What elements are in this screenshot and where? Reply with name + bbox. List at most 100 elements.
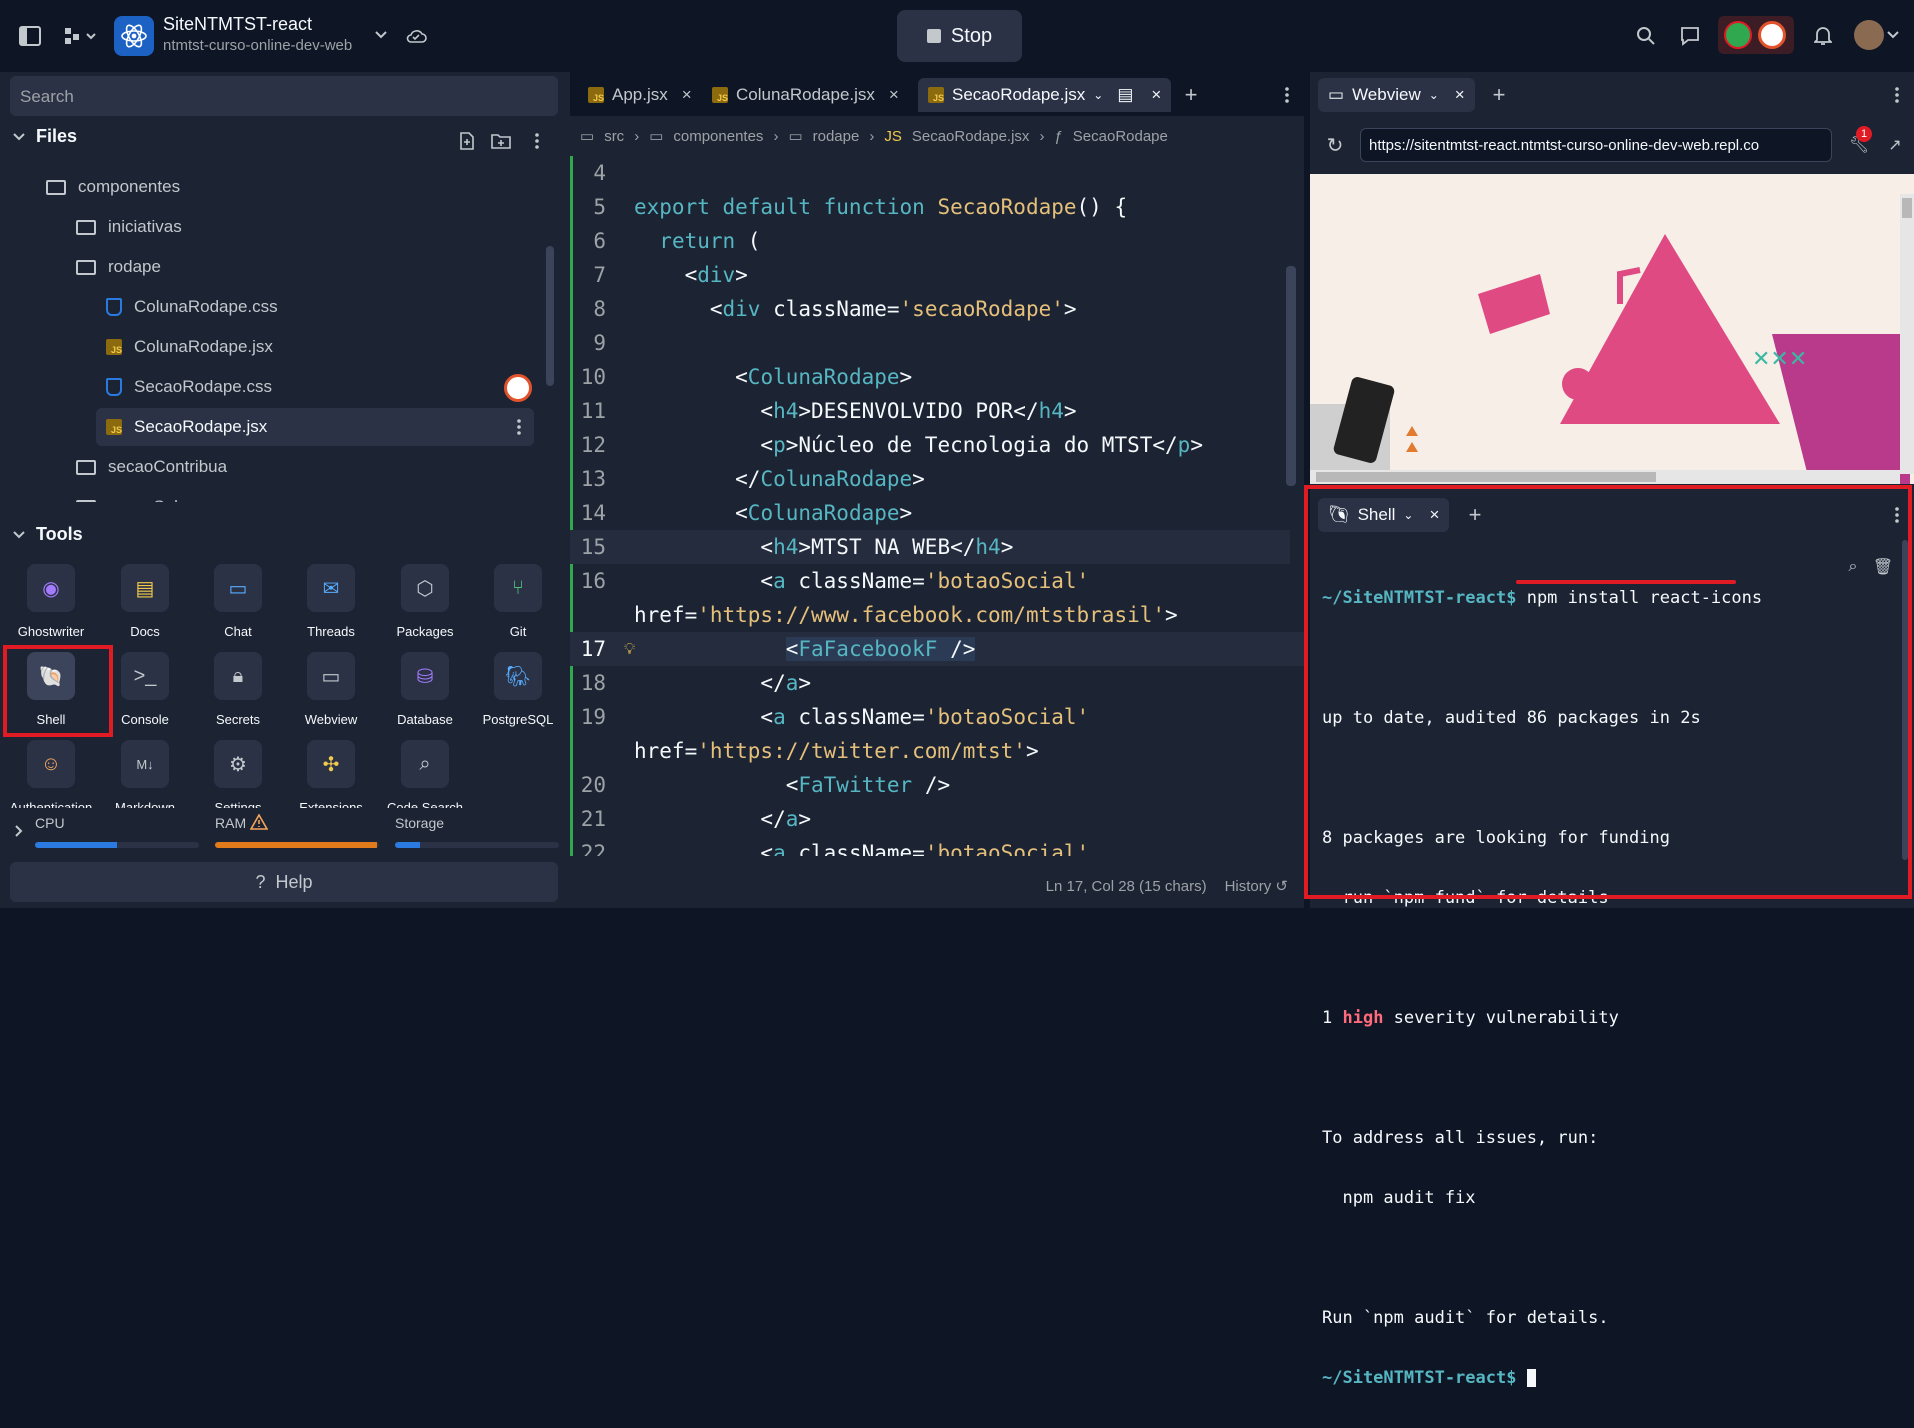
ram-meter-fill (215, 842, 378, 848)
tree-folder-secaocontribua[interactable]: secaoContribua (76, 448, 546, 486)
terminal-text: severity vulnerability (1383, 1008, 1619, 1028)
tab-colunarodape-jsx[interactable]: JS ColunaRodape.jsx × (702, 78, 909, 112)
close-icon[interactable]: × (682, 85, 692, 105)
sidebar-toggle-icon[interactable] (18, 24, 42, 48)
url-input[interactable]: https://sitentmtst-react.ntmtst-curso-on… (1360, 128, 1832, 162)
jsx-file-icon: JS (106, 419, 122, 435)
tool-label: Docs (130, 624, 160, 639)
css-file-icon (106, 298, 122, 316)
terminal-line: npm audit fix (1322, 1188, 1476, 1208)
more-vertical-icon[interactable] (510, 418, 528, 436)
tree-folder-iniciativas[interactable]: iniciativas (76, 208, 546, 246)
tree-file-secaorodape-jsx[interactable]: JS SecaoRodape.jsx (96, 408, 534, 446)
tree-folder-rodape[interactable]: rodape (76, 248, 546, 286)
terminal-line: ~/SiteNTMTST-react$ (1322, 1368, 1882, 1388)
bell-icon[interactable] (1811, 24, 1835, 48)
chevron-down-icon[interactable]: ⌄ (1429, 88, 1439, 102)
tool-webview[interactable]: ▭ Webview (286, 652, 376, 732)
console-icon: >_ (121, 652, 169, 700)
top-bar: SiteNTMTST-react ntmtst-curso-online-dev… (0, 0, 1914, 72)
chevron-down-icon[interactable]: ⌄ (1093, 88, 1103, 102)
tool-packages[interactable]: ⬡ Packages (380, 564, 470, 644)
tab-secaorodape-jsx[interactable]: JS SecaoRodape.jsx ⌄ ▤ × (918, 78, 1172, 112)
code-line: 12 <p>Núcleo de Tecnologia do MTST</p> (580, 433, 1203, 457)
folder-icon (76, 459, 96, 475)
workspace-menu-icon[interactable] (60, 24, 100, 48)
chevron-down-icon[interactable] (372, 26, 390, 44)
tree-item-label: secaoContribua (108, 457, 228, 476)
breadcrumb: ▭ src › ▭ componentes › ▭ rodape › JS SecaoRoda… (580, 127, 1168, 146)
tree-file-secaorodape-css[interactable]: SecaoRodape.css (106, 368, 546, 406)
more-vertical-icon[interactable] (1278, 86, 1296, 104)
add-tab-icon[interactable]: + (1488, 82, 1510, 107)
stop-button[interactable]: Stop (897, 10, 1022, 62)
tool-chat[interactable]: ▭ Chat (193, 564, 283, 644)
ghostwriter-icon: ◉ (27, 564, 75, 612)
files-header[interactable]: Files (12, 126, 77, 147)
open-new-tab-icon[interactable]: ↗ (1884, 134, 1906, 156)
tree-scrollbar[interactable] (546, 246, 554, 386)
chevron-right-icon[interactable] (12, 824, 26, 838)
reload-icon[interactable]: ↻ (1324, 134, 1346, 157)
tree-folder-componentes[interactable]: componentes (46, 168, 546, 206)
add-tab-icon[interactable]: + (1180, 82, 1202, 107)
tab-webview[interactable]: ▭ Webview ⌄ × (1318, 78, 1475, 112)
file-outline-icon[interactable]: ▤ (1117, 85, 1133, 105)
tool-threads[interactable]: ✉ Threads (286, 564, 376, 644)
tool-git[interactable]: ⑂ Git (473, 564, 563, 644)
multiplayer-avatars[interactable] (1718, 16, 1794, 54)
more-vertical-icon[interactable] (526, 130, 548, 152)
breadcrumb-item[interactable]: SecaoRodape (1073, 128, 1168, 145)
tool-label: Database (397, 712, 453, 727)
close-icon[interactable]: × (889, 85, 899, 105)
webview-preview[interactable]: ✕✕✕ (1310, 174, 1914, 484)
monitor-icon: ▭ (307, 652, 355, 700)
breadcrumb-item[interactable]: rodape (813, 128, 860, 145)
tool-database[interactable]: ⛁ Database (380, 652, 470, 732)
site-illustration: ✕✕✕ (1310, 174, 1914, 484)
editor-scrollbar[interactable] (1286, 266, 1296, 486)
tab-app-jsx[interactable]: JS App.jsx × (578, 78, 702, 112)
code-line: 6 return ( (593, 229, 761, 253)
close-icon[interactable]: × (1151, 85, 1161, 105)
new-folder-icon[interactable] (490, 130, 512, 152)
chat-icon[interactable] (1678, 24, 1702, 48)
code-line: 7 <div> (593, 263, 748, 287)
tools-header[interactable]: Tools (12, 524, 83, 545)
chevron-down-icon[interactable] (1886, 28, 1900, 42)
cursor-position[interactable]: Ln 17, Col 28 (15 chars) (1046, 878, 1207, 895)
shell-pane-highlight (1304, 485, 1912, 899)
repl-owner[interactable]: ntmtst-curso-online-dev-web (163, 37, 352, 54)
breadcrumb-item[interactable]: src (604, 128, 624, 145)
tree-file-colunarodape-css[interactable]: ColunaRodape.css (106, 288, 546, 326)
history-button[interactable]: History ↺ (1225, 877, 1288, 895)
history-label: History (1224, 878, 1272, 895)
tree-file-colunarodape-jsx[interactable]: JS ColunaRodape.jsx (106, 328, 546, 366)
tab-label: Webview (1352, 85, 1421, 104)
tool-docs[interactable]: ▤ Docs (100, 564, 190, 644)
help-button[interactable]: ? Help (10, 862, 558, 902)
repl-title[interactable]: SiteNTMTST-react (163, 14, 312, 35)
code-area[interactable]: 4 5 export default function SecaoRodape()… (570, 156, 1304, 856)
tool-postgresql[interactable]: 🐘︎ PostgreSQL (473, 652, 563, 732)
breadcrumb-item[interactable]: componentes (673, 128, 763, 145)
tool-ghostwriter[interactable]: ◉ Ghostwriter (6, 564, 96, 644)
avatar (1724, 21, 1752, 49)
user-avatar[interactable] (1854, 20, 1884, 50)
code-line-active: 17 💡︎ <FaFacebookF /> (570, 632, 1304, 666)
search-icon[interactable] (1634, 24, 1658, 48)
storage-meter (395, 842, 559, 848)
code-line: 11 <h4>DESENVOLVIDO POR</h4> (580, 399, 1077, 423)
tree-folder-secaosobre[interactable]: secaoSobre (76, 488, 546, 502)
tool-console[interactable]: >_ Console (100, 652, 190, 732)
code-line: 18 </a> (580, 671, 812, 695)
code-line: 16 <a className='botaoSocial' (580, 569, 1090, 593)
new-file-icon[interactable] (456, 130, 478, 152)
search-input[interactable]: Search (10, 76, 558, 116)
breadcrumb-item[interactable]: SecaoRodape.jsx (912, 128, 1030, 145)
cloud-check-icon[interactable] (404, 24, 428, 48)
tool-label: Console (121, 712, 169, 727)
close-icon[interactable]: × (1455, 85, 1465, 105)
tool-secrets[interactable]: 🔒︎ Secrets (193, 652, 283, 732)
more-vertical-icon[interactable] (1888, 86, 1906, 104)
